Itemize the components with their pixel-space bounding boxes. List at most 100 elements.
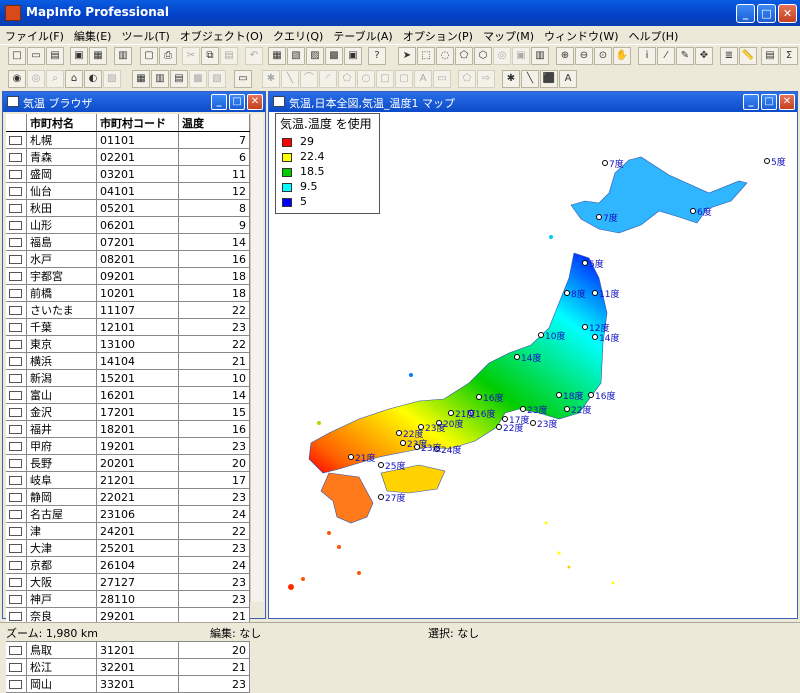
print-icon[interactable]: ⎙ [159,47,177,65]
cell-temp[interactable]: 7 [178,131,250,149]
cell-code[interactable]: 05201 [96,199,179,217]
table-row[interactable]: 秋田 05201 8 [6,199,250,217]
cell-temp[interactable]: 23 [178,539,250,557]
cell-city[interactable]: 横浜 [26,352,97,370]
menu-table[interactable]: テーブル(A) [328,26,397,44]
close-button[interactable]: ✕ [778,4,797,23]
cell-city[interactable]: 前橋 [26,284,97,302]
city-point[interactable] [502,416,508,422]
boundary-select-icon[interactable]: ⬡ [474,47,492,65]
cell-code[interactable]: 16201 [96,386,179,404]
cell-city[interactable]: 静岡 [26,488,97,506]
city-point[interactable] [538,332,544,338]
maximize-button[interactable]: □ [757,4,776,23]
table-row[interactable]: 山形 06201 9 [6,216,250,234]
cell-city[interactable]: 札幌 [26,131,97,149]
table-icon[interactable]: ▥ [151,70,169,88]
minimize-button[interactable]: _ [736,4,755,23]
marquee-select-icon[interactable]: ⬚ [417,47,435,65]
reshape-icon[interactable]: ⬠ [458,70,476,88]
row-select-box[interactable] [6,250,27,268]
row-select-box[interactable] [6,216,27,234]
row-select-box[interactable] [6,590,27,608]
city-point[interactable] [690,208,696,214]
new-grapher-icon[interactable]: ▨ [306,47,324,65]
line-tool-icon[interactable]: ╲ [281,70,299,88]
browser-maximize-button[interactable]: □ [229,94,245,110]
layer-control-icon[interactable]: ≣ [720,47,738,65]
cell-code[interactable]: 23106 [96,505,179,523]
text-tool-icon[interactable]: A [414,70,432,88]
cell-city[interactable]: 盛岡 [26,165,97,183]
cell-code[interactable]: 18201 [96,420,179,438]
cell-code[interactable]: 20201 [96,454,179,472]
browser-minimize-button[interactable]: _ [211,94,227,110]
text-style-icon[interactable]: A [559,70,577,88]
cell-city[interactable]: 福島 [26,233,97,251]
map-legend[interactable]: 気温.温度 を使用 29 22.4 18.5 9.5 5 [275,113,380,214]
cell-temp[interactable]: 22 [178,301,250,319]
map-maximize-button[interactable]: □ [761,94,777,110]
cell-code[interactable]: 26104 [96,556,179,574]
status-select[interactable]: 選択: なし [428,625,479,641]
cell-city[interactable]: 岡山 [26,675,97,693]
cell-code[interactable]: 09201 [96,267,179,285]
drag-map-icon[interactable]: ✥ [695,47,713,65]
cell-city[interactable]: 富山 [26,386,97,404]
row-select-box[interactable] [6,454,27,472]
menu-map[interactable]: マップ(M) [478,26,539,44]
cell-city[interactable]: 山形 [26,216,97,234]
add-node-icon[interactable]: ⇨ [477,70,495,88]
info-tool-icon[interactable]: i [638,47,656,65]
city-point[interactable] [582,260,588,266]
new-layout-icon[interactable]: ▩ [325,47,343,65]
cell-code[interactable]: 15201 [96,369,179,387]
row-select-box[interactable] [6,437,27,455]
row-select-box[interactable] [6,573,27,591]
cell-city[interactable]: 神戸 [26,590,97,608]
row-select-box[interactable] [6,522,27,540]
overlay-icon[interactable]: ▧ [208,70,226,88]
radius-select-icon[interactable]: ◌ [436,47,454,65]
arc-tool-icon[interactable]: ◜ [319,70,337,88]
select-tool-icon[interactable]: ➤ [398,47,416,65]
rectangle-tool-icon[interactable]: □ [376,70,394,88]
cell-code[interactable]: 17201 [96,403,179,421]
row-select-box[interactable] [6,539,27,557]
cell-code[interactable]: 06201 [96,216,179,234]
city-point[interactable] [764,158,770,164]
cell-city[interactable]: さいたま [26,301,97,319]
cell-temp[interactable]: 8 [178,199,250,217]
open-icon[interactable]: ▭ [27,47,45,65]
cell-temp[interactable]: 24 [178,505,250,523]
city-point[interactable] [588,392,594,398]
cell-code[interactable]: 02201 [96,148,179,166]
column-header-code[interactable]: 市町村コード [96,114,179,132]
city-point[interactable] [348,454,354,460]
cell-temp[interactable]: 21 [178,352,250,370]
legend-icon[interactable]: ▤ [761,47,779,65]
cell-city[interactable]: 長野 [26,454,97,472]
row-select-box[interactable] [6,420,27,438]
city-point[interactable] [520,406,526,412]
window-icon[interactable]: ▭ [234,70,252,88]
table-row[interactable]: 津 24201 22 [6,522,250,540]
cell-code[interactable]: 11107 [96,301,179,319]
cell-temp[interactable]: 18 [178,267,250,285]
status-zoom[interactable]: ズーム: 1,980 km [6,625,98,641]
row-select-box[interactable] [6,199,27,217]
table-row[interactable]: 千葉 12101 23 [6,318,250,336]
table-row[interactable]: 岡山 33201 23 [6,675,250,693]
table-row[interactable]: 松江 32201 21 [6,658,250,676]
cell-temp[interactable]: 12 [178,182,250,200]
city-point[interactable] [476,394,482,400]
cell-code[interactable]: 13100 [96,335,179,353]
globe-icon[interactable]: ◐ [84,70,102,88]
cell-code[interactable]: 33201 [96,675,179,693]
cell-code[interactable]: 14104 [96,352,179,370]
help-icon[interactable]: ? [368,47,386,65]
city-point[interactable] [582,324,588,330]
cell-city[interactable]: 名古屋 [26,505,97,523]
cell-city[interactable]: 甲府 [26,437,97,455]
paste-icon[interactable]: ▤ [220,47,238,65]
